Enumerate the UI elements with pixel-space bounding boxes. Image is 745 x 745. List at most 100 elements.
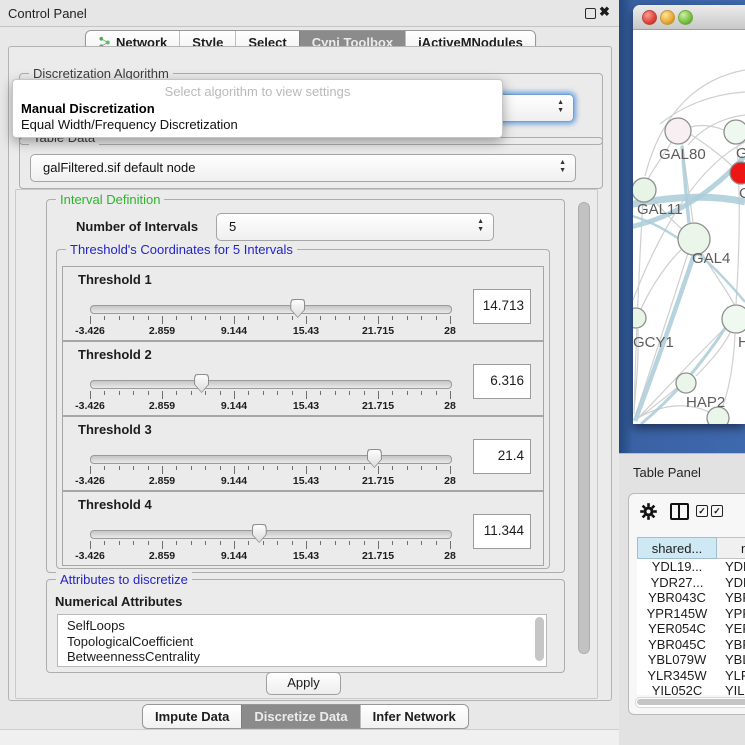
group-title: Attributes to discretize <box>56 572 192 587</box>
network-node[interactable] <box>722 305 745 333</box>
threshold-value-field[interactable]: 14.713 <box>473 289 531 324</box>
attribute-item[interactable]: BetweennessCentrality <box>58 649 546 665</box>
network-node[interactable] <box>665 118 691 144</box>
network-node[interactable] <box>676 373 696 393</box>
popup-option-manual-discretization[interactable]: Manual Discretization <box>21 101 155 116</box>
network-node[interactable] <box>724 120 745 144</box>
tab-impute-data[interactable]: Impute Data <box>143 705 241 728</box>
tab-discretize-data[interactable]: Discretize Data <box>241 705 359 728</box>
slider-track[interactable] <box>90 530 452 539</box>
table-row[interactable]: YBR043CYBR0 <box>637 590 745 606</box>
threshold-slider[interactable]: -3.4262.8599.14415.4321.71528 <box>90 376 450 412</box>
control-panel-titlebar: Control Panel ✖ <box>0 0 619 27</box>
bottom-tab-bar: Impute Data Discretize DataInfer Network <box>142 704 469 729</box>
scrollbar-thumb[interactable] <box>578 202 590 654</box>
cell-name: YER0 <box>725 621 745 636</box>
tick-label: 2.859 <box>149 400 175 412</box>
minimize-traffic-light[interactable] <box>660 10 675 25</box>
slider-track[interactable] <box>90 380 452 389</box>
table-data-group: Table Data galFiltered.sif default node … <box>19 137 603 189</box>
cell-name: YBR0 <box>725 590 745 605</box>
threshold-label: Threshold 1 <box>78 272 152 287</box>
threshold-label: Threshold 3 <box>78 422 152 437</box>
popup-hint: Select algorithm to view settings <box>13 84 502 99</box>
node-label: GAL11 <box>637 201 683 218</box>
table-row[interactable]: YDR27...YDR2 <box>637 575 745 591</box>
tick-label: -3.426 <box>75 325 105 337</box>
settings-gear-icon[interactable] <box>640 503 657 520</box>
cell-name: YLR3 <box>725 668 745 683</box>
threshold-label: Threshold 4 <box>78 497 152 512</box>
tick-label: 21.715 <box>362 550 394 562</box>
cell-shared-name: YER054C <box>637 621 717 636</box>
tick-label: 21.715 <box>362 475 394 487</box>
group-title: Interval Definition <box>56 192 164 207</box>
tab-infer-network[interactable]: Infer Network <box>360 705 468 728</box>
split-panel-icon[interactable] <box>670 503 689 520</box>
tick-label: 2.859 <box>149 550 175 562</box>
threshold-row-3: Threshold 3 -3.4262.8599.14415.4321.71528… <box>62 416 544 491</box>
close-traffic-light[interactable] <box>642 10 657 25</box>
apply-button[interactable]: Apply <box>266 672 341 695</box>
tick-label: -3.426 <box>75 550 105 562</box>
numerical-attributes-list[interactable]: SelfLoopsTopologicalCoefficientBetweenne… <box>57 614 547 667</box>
slider-thumb-face <box>195 375 208 392</box>
number-of-intervals-label: Number of Intervals <box>76 219 198 234</box>
table-row[interactable]: YDL19...YDL1 <box>637 559 745 575</box>
tick-label: 28 <box>444 325 456 337</box>
threshold-value-field[interactable]: 6.316 <box>473 364 531 399</box>
slider-track[interactable] <box>90 455 452 464</box>
column-header-name[interactable]: n <box>717 537 745 559</box>
popup-option-equal-width-frequency[interactable]: Equal Width/Frequency Discretization <box>21 117 238 132</box>
tick-label: 9.144 <box>221 550 247 562</box>
table-row[interactable]: YER054C YER0 <box>637 621 745 637</box>
threshold-slider[interactable]: -3.4262.8599.14415.4321.71528 <box>90 301 450 337</box>
tick-label: -3.426 <box>75 400 105 412</box>
stepper-arrows-icon: ▲▼ <box>557 99 564 115</box>
cell-shared-name: YIL052C <box>637 683 717 695</box>
attribute-item[interactable]: SelfLoops <box>58 615 546 634</box>
slider-tick-labels: -3.4262.8599.14415.4321.71528 <box>90 475 450 487</box>
threshold-slider[interactable]: -3.4262.8599.14415.4321.71528 <box>90 451 450 487</box>
network-node[interactable] <box>633 178 656 202</box>
panel-scrollbar[interactable] <box>578 198 589 692</box>
tab-label: Impute Data <box>155 709 229 724</box>
scrollbar-thumb[interactable] <box>637 699 745 705</box>
table-data-select[interactable]: galFiltered.sif default node ▲▼ <box>30 154 576 182</box>
threshold-value-field[interactable]: 11.344 <box>473 514 531 549</box>
tick-label: 21.715 <box>362 325 394 337</box>
node-label: GCY1 <box>633 334 674 351</box>
table-row[interactable]: YPR145WYPR1 <box>637 606 745 622</box>
close-icon[interactable]: ✖ <box>599 4 610 20</box>
table-row[interactable]: YBL079WYBL0 <box>637 652 745 668</box>
attribute-item[interactable]: TopologicalCoefficient <box>58 634 546 650</box>
algorithm-dropdown-popup: Select algorithm to view settings Manual… <box>12 79 503 138</box>
float-window-icon[interactable] <box>585 8 596 19</box>
network-node[interactable] <box>633 308 646 328</box>
table-row[interactable]: YBR045CYBR0 <box>637 637 745 653</box>
table-panel-region: Table Panel ✓ ✓ shared... n YDL19...YDL1… <box>619 453 745 745</box>
threshold-slider[interactable]: -3.4262.8599.14415.4321.71528 <box>90 526 450 562</box>
zoom-traffic-light[interactable] <box>678 10 693 25</box>
list-scrollbar[interactable] <box>535 617 544 661</box>
threshold-value-field[interactable]: 21.4 <box>473 439 531 474</box>
stepper-arrows-icon: ▲▼ <box>559 159 566 175</box>
tick-label: 2.859 <box>149 475 175 487</box>
cell-name: YDL1 <box>725 559 745 574</box>
network-node[interactable] <box>730 162 745 184</box>
horizontal-scrollbar[interactable] <box>635 697 745 708</box>
checkbox-checked-icon[interactable]: ✓ <box>696 505 708 517</box>
cell-shared-name: YLR345W <box>637 668 717 683</box>
column-header-shared-name[interactable]: shared... <box>637 537 717 559</box>
tick-label: 15.43 <box>293 400 319 412</box>
table-row[interactable]: YIL052CYIL0 <box>637 683 745 695</box>
application-window: Control Panel ✖ NetworkStyleSelectCyni T… <box>0 0 745 745</box>
number-of-intervals-select[interactable]: 5 ▲▼ <box>216 213 494 241</box>
table-row[interactable]: YLR345W YLR3 <box>637 668 745 684</box>
slider-track[interactable] <box>90 305 452 314</box>
network-window-titlebar[interactable] <box>633 5 745 30</box>
checkbox-checked-icon[interactable]: ✓ <box>711 505 723 517</box>
network-canvas[interactable]: GAL80GACGAL11GAL4GCY1HHAP2 <box>633 29 745 424</box>
intervals-value: 5 <box>229 219 236 234</box>
network-graph: GAL80GACGAL11GAL4GCY1HHAP2 <box>633 29 745 424</box>
